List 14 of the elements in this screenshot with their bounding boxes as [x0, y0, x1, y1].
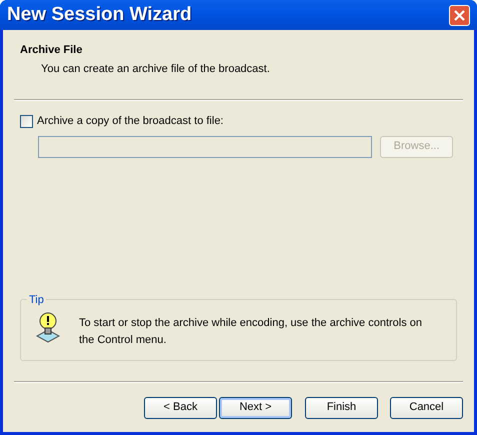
window-title: New Session Wizard: [7, 2, 192, 27]
wizard-button[interactable]: Finish: [305, 396, 378, 418]
lightbulb-icon: [35, 311, 61, 343]
close-icon: [454, 10, 465, 20]
tip-text: To start or stop the archive while encoding, use the archive controls on the Control menu.: [79, 316, 424, 348]
tip-legend: Tip: [27, 292, 46, 308]
wizard-button[interactable]: Cancel: [390, 396, 463, 418]
archive-label: Archive a copy of the broadcast to file:: [37, 114, 224, 129]
wizard-button[interactable]: < Back: [144, 396, 217, 418]
page-subtitle: You can create an archive file of the broadcast.: [40, 62, 271, 76]
archive-checkbox[interactable]: [20, 114, 33, 128]
page-title: Archive File: [20, 43, 84, 58]
wizard-button[interactable]: Next >: [219, 396, 292, 418]
close-button[interactable]: [449, 4, 470, 26]
